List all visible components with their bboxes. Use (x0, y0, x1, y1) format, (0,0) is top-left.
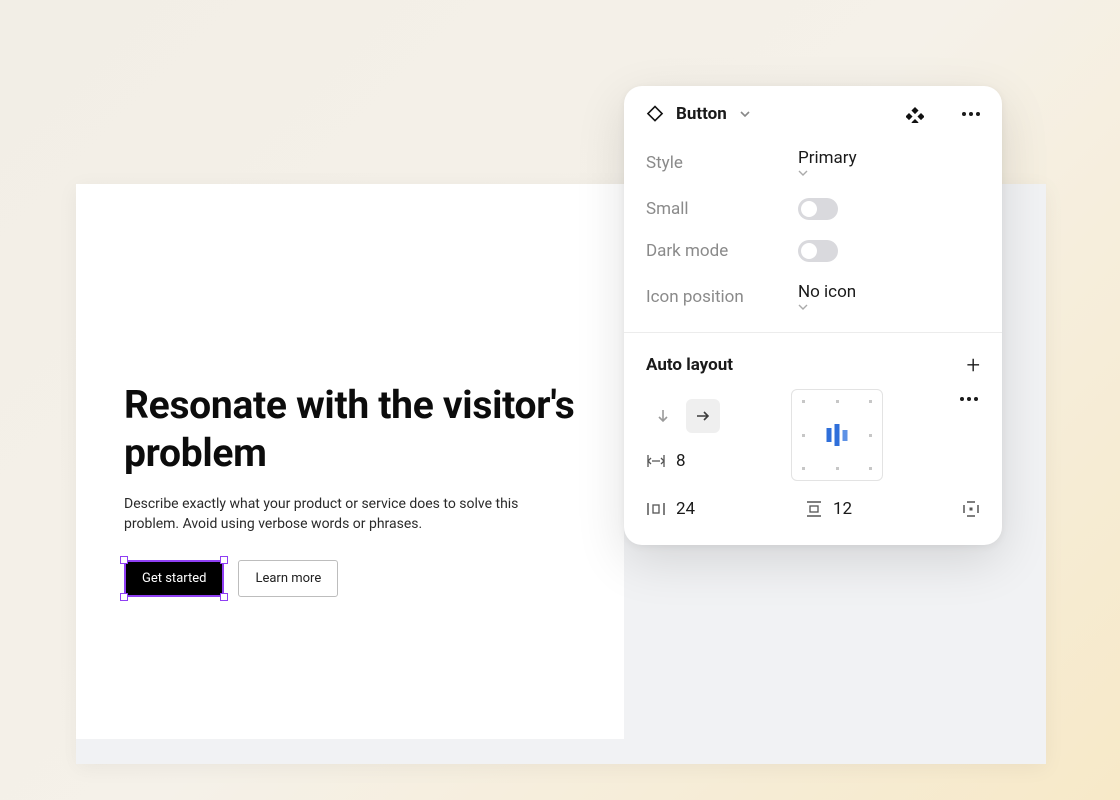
variants-icon[interactable] (906, 105, 924, 123)
selected-element[interactable]: Get started (124, 560, 224, 597)
selection-handle-tr[interactable] (220, 556, 228, 564)
direction-horizontal-button[interactable] (686, 399, 720, 433)
chevron-down-icon (798, 302, 862, 312)
get-started-button[interactable]: Get started (124, 560, 224, 597)
panel-header: Button (624, 86, 1002, 138)
prop-small-row: Small (624, 188, 1002, 230)
prop-icon-label: Icon position (646, 287, 798, 307)
learn-more-button[interactable]: Learn more (238, 560, 338, 597)
autolayout-header: Auto layout + (624, 333, 1002, 385)
selection-handle-bl[interactable] (120, 593, 128, 601)
prop-small-label: Small (646, 199, 798, 219)
plus-icon[interactable]: + (966, 353, 980, 377)
independent-padding-button[interactable] (962, 500, 980, 518)
autolayout-more-icon[interactable] (960, 397, 978, 401)
properties-panel: Button Style Primary Small Dark mode (624, 86, 1002, 545)
item-spacing-control[interactable]: 8 (646, 451, 777, 471)
item-spacing-icon (646, 453, 666, 469)
hero-heading[interactable]: Resonate with the visitor's problem (124, 382, 594, 477)
small-toggle[interactable] (798, 198, 838, 220)
prop-style-row: Style Primary (624, 138, 1002, 188)
selection-handle-tl[interactable] (120, 556, 128, 564)
padding-horizontal-value: 24 (676, 499, 695, 519)
chevron-down-icon[interactable] (739, 108, 751, 120)
autolayout-title: Auto layout (646, 355, 733, 375)
independent-padding-icon (962, 500, 980, 518)
prop-style-label: Style (646, 153, 798, 173)
prop-icon-row: Icon position No icon (624, 272, 1002, 322)
autolayout-body: 8 (624, 385, 1002, 545)
hero-button-row: Get started Learn more (124, 560, 594, 597)
selection-handle-br[interactable] (220, 593, 228, 601)
chevron-down-icon (798, 168, 863, 178)
align-center-icon (827, 424, 848, 446)
prop-dark-row: Dark mode (624, 230, 1002, 272)
padding-vertical-value: 12 (833, 499, 852, 519)
alignment-grid[interactable] (791, 389, 883, 481)
padding-horizontal-icon (646, 501, 666, 517)
direction-controls (646, 399, 777, 433)
padding-vertical-icon (805, 500, 823, 518)
padding-horizontal-control[interactable]: 24 (646, 499, 695, 519)
prop-style-value[interactable]: Primary (798, 148, 863, 178)
more-icon[interactable] (962, 112, 980, 116)
prop-dark-label: Dark mode (646, 241, 798, 261)
component-icon (646, 105, 664, 123)
direction-vertical-button[interactable] (646, 399, 680, 433)
item-spacing-value: 8 (676, 451, 686, 471)
component-name[interactable]: Button (676, 104, 727, 124)
hero-subtext[interactable]: Describe exactly what your product or se… (124, 495, 524, 534)
hero-block: Resonate with the visitor's problem Desc… (124, 382, 594, 597)
dark-mode-toggle[interactable] (798, 240, 838, 262)
prop-icon-value[interactable]: No icon (798, 282, 862, 312)
padding-vertical-control[interactable]: 12 (805, 499, 852, 519)
